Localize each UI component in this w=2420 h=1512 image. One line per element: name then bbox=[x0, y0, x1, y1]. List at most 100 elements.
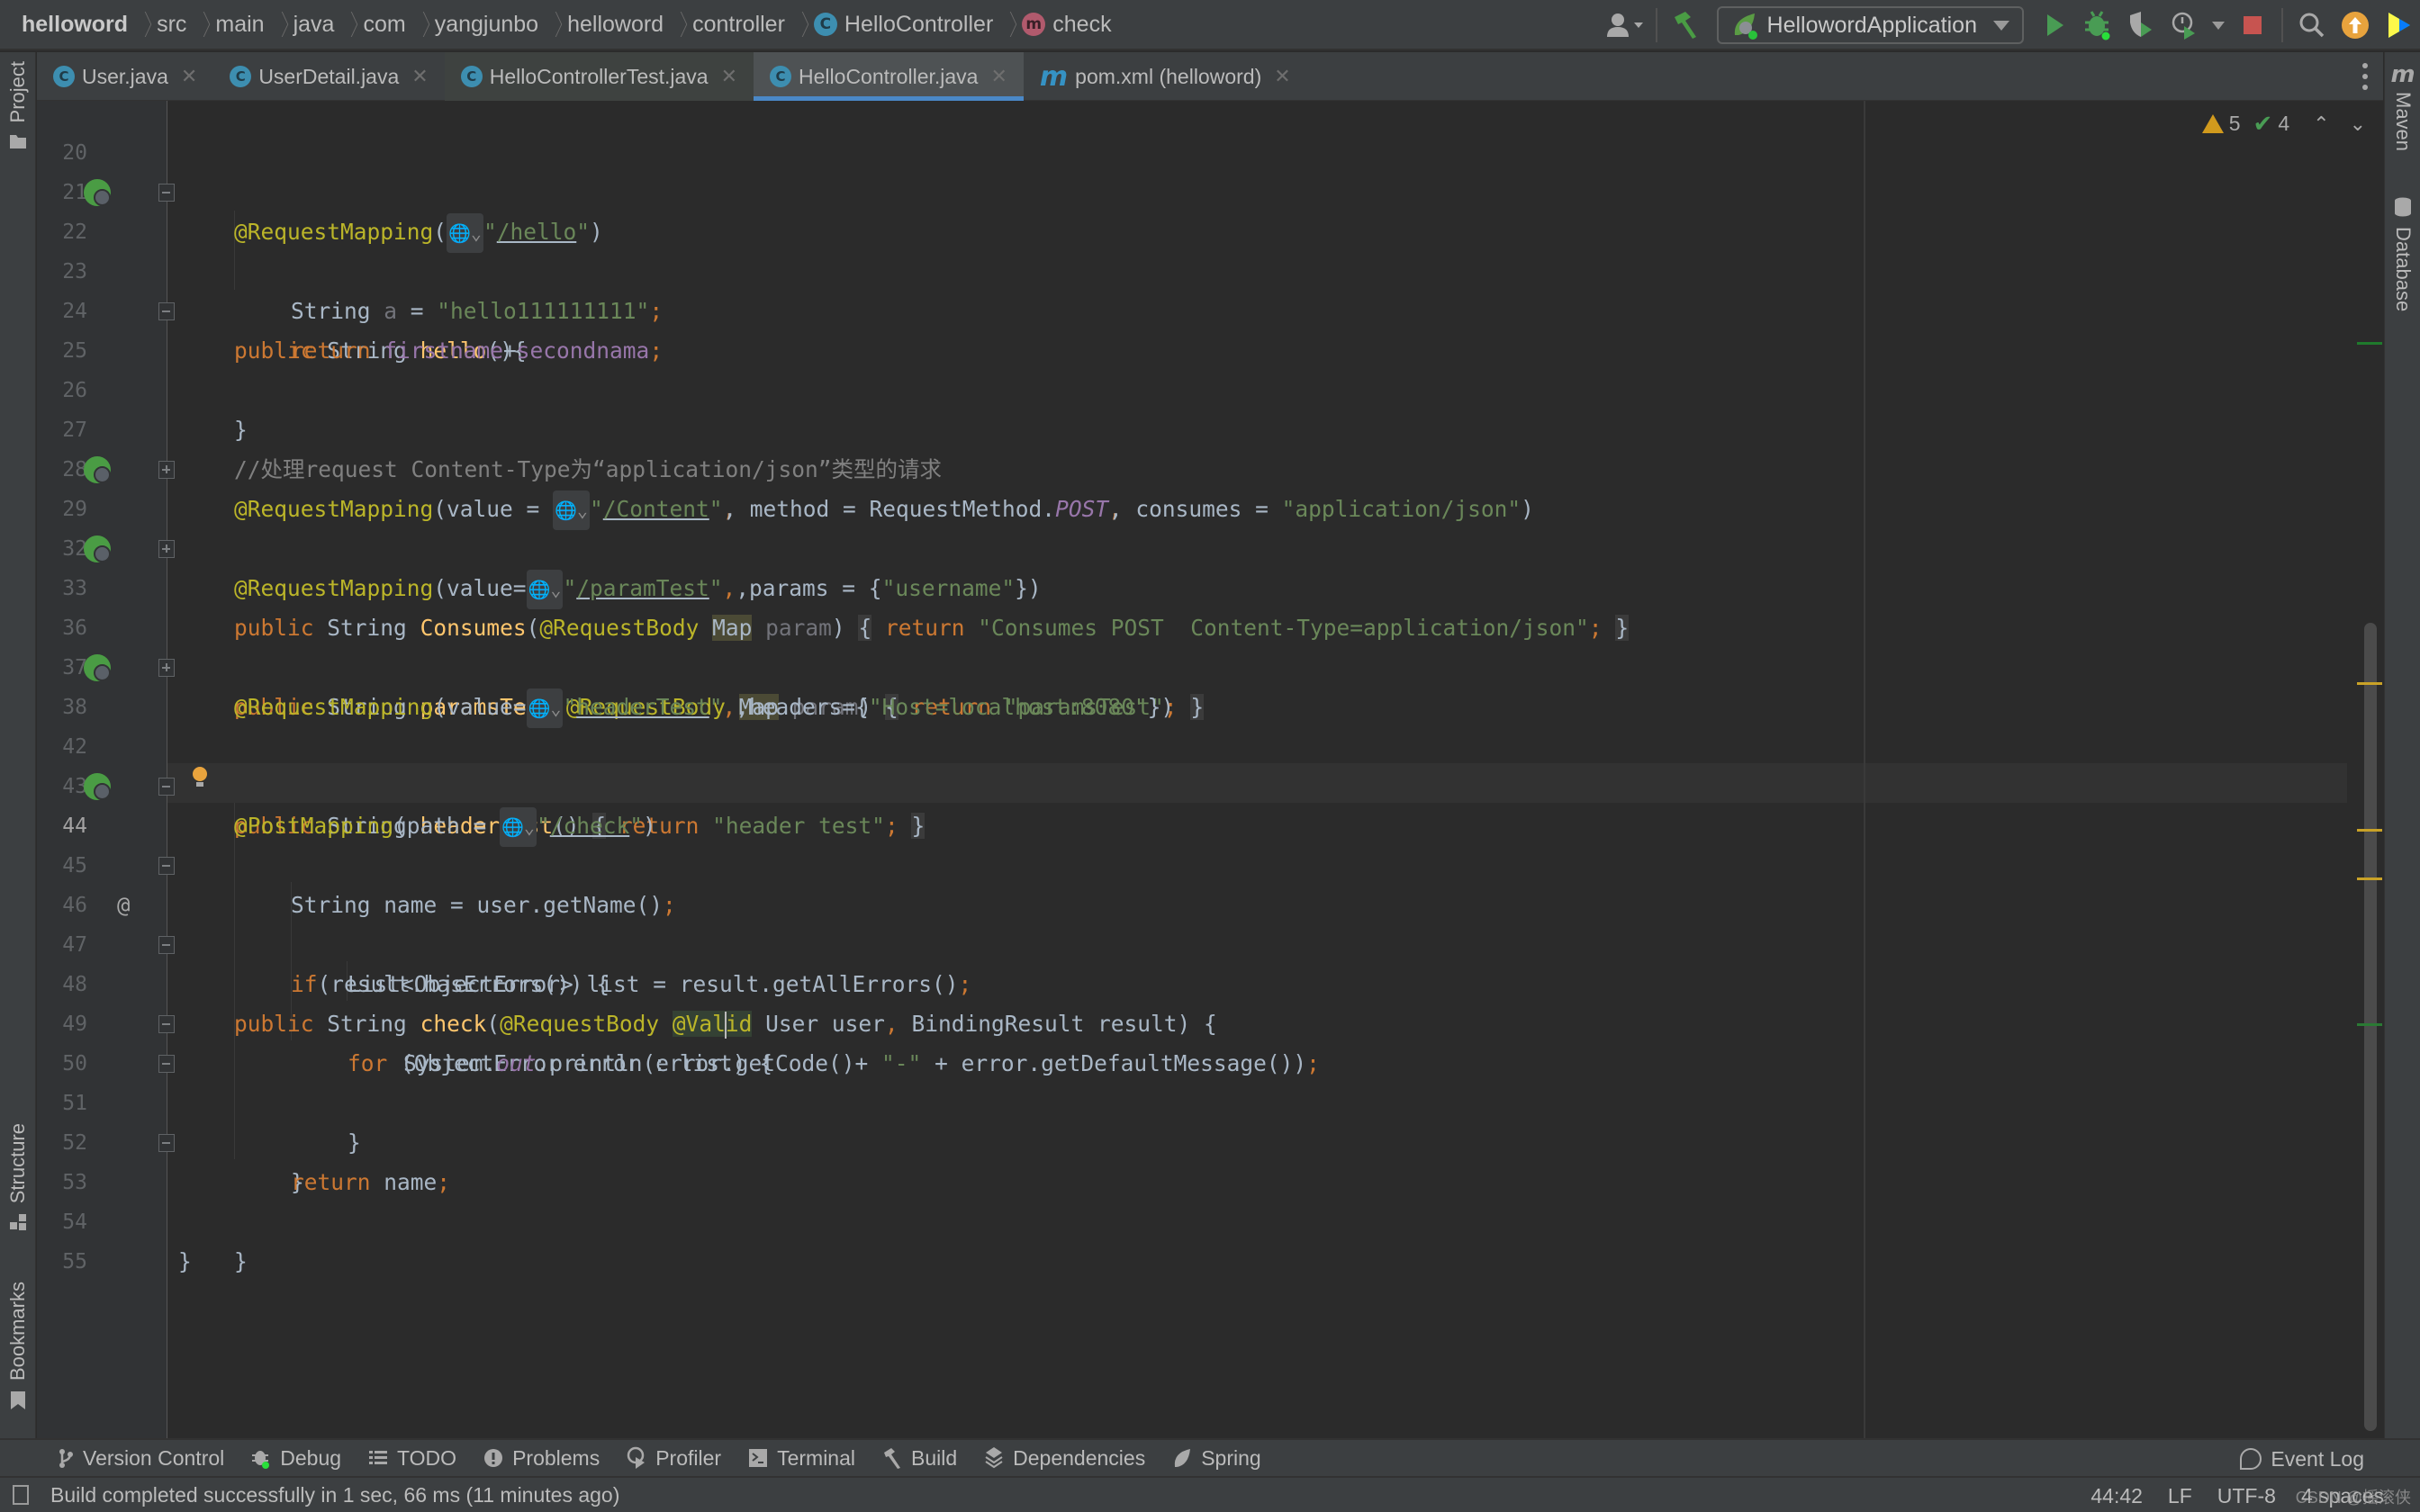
fold-collapse-icon[interactable] bbox=[158, 936, 175, 954]
event-log-tool-button[interactable]: Event Log bbox=[2240, 1440, 2364, 1478]
search-everywhere-button[interactable] bbox=[2294, 5, 2330, 45]
breadcrumb-method[interactable]: m check bbox=[1022, 12, 1112, 38]
breadcrumb-separator bbox=[137, 8, 148, 40]
editor-vertical-scrollbar[interactable] bbox=[2364, 623, 2377, 1431]
database-icon bbox=[2395, 197, 2411, 217]
breadcrumb-main[interactable]: main bbox=[215, 12, 264, 38]
warning-stripe-marker[interactable] bbox=[2357, 682, 2382, 685]
web-endpoint-gutter-icon[interactable] bbox=[84, 456, 111, 483]
spring-tool-button[interactable]: Spring bbox=[1172, 1445, 1261, 1471]
breadcrumb-java[interactable]: java bbox=[293, 12, 335, 38]
right-tool-strip: m Maven Database bbox=[2384, 52, 2420, 1438]
close-icon[interactable]: ✕ bbox=[181, 65, 197, 88]
more-run-options-dropdown[interactable] bbox=[2209, 5, 2227, 45]
close-icon[interactable]: ✕ bbox=[721, 65, 737, 88]
stop-icon bbox=[2244, 16, 2262, 34]
typo-stripe-marker[interactable] bbox=[2357, 1023, 2382, 1026]
code-line: 52 return name; bbox=[0, 1084, 2341, 1195]
fold-collapse-icon[interactable] bbox=[158, 778, 175, 796]
caret-position[interactable]: 44:42 bbox=[2090, 1484, 2143, 1508]
tool-label: Problems bbox=[512, 1445, 600, 1470]
next-problem-button[interactable]: ⌄ bbox=[2350, 112, 2366, 136]
run-configuration-select[interactable]: HellowordApplication bbox=[1716, 6, 2024, 44]
fold-expand-icon[interactable] bbox=[158, 461, 175, 479]
maven-tool-button[interactable]: m Maven bbox=[2385, 61, 2420, 151]
breadcrumb-separator bbox=[195, 8, 206, 40]
error-stripe-marker[interactable] bbox=[2357, 342, 2382, 345]
code-line: 45 String name = user.getName(); bbox=[0, 806, 2341, 918]
breadcrumb-project[interactable]: helloword bbox=[22, 12, 128, 38]
spring-boot-icon bbox=[1734, 14, 1757, 40]
run-icon bbox=[2047, 14, 2063, 36]
breadcrumb-controller[interactable]: controller bbox=[692, 12, 785, 38]
line-separator[interactable]: LF bbox=[2168, 1484, 2192, 1508]
build-tool-button[interactable]: Build bbox=[882, 1446, 957, 1471]
warning-stripe-marker[interactable] bbox=[2357, 878, 2382, 880]
more-tabs-button[interactable] bbox=[2361, 63, 2369, 90]
toolbox-button[interactable] bbox=[2380, 5, 2416, 45]
fold-end-icon[interactable] bbox=[158, 1055, 175, 1073]
fold-end-icon[interactable] bbox=[158, 1134, 175, 1152]
class-icon: C bbox=[53, 66, 75, 87]
web-endpoint-gutter-icon[interactable] bbox=[84, 536, 111, 562]
problems-tool-button[interactable]: Problems bbox=[483, 1446, 600, 1471]
previous-problem-button[interactable]: ⌃ bbox=[2313, 112, 2329, 136]
fold-expand-icon[interactable] bbox=[158, 540, 175, 558]
tab-label: HelloControllerTest.java bbox=[489, 64, 709, 88]
class-icon: C bbox=[230, 66, 252, 87]
breadcrumb-class-label: HelloController bbox=[844, 11, 994, 37]
status-message[interactable]: Build completed successfully in 1 sec, 6… bbox=[50, 1483, 619, 1508]
bookmark-icon bbox=[11, 1391, 25, 1410]
update-icon bbox=[2342, 12, 2369, 39]
run-button[interactable] bbox=[2036, 5, 2072, 45]
stop-button[interactable] bbox=[2235, 5, 2271, 45]
web-endpoint-gutter-icon[interactable] bbox=[84, 179, 111, 206]
fold-end-icon[interactable] bbox=[158, 1015, 175, 1033]
todo-tool-button[interactable]: TODO bbox=[368, 1446, 456, 1471]
close-icon[interactable]: ✕ bbox=[1274, 65, 1290, 88]
close-icon[interactable]: ✕ bbox=[411, 65, 428, 88]
breadcrumb-separator bbox=[274, 8, 284, 40]
dependencies-tool-button[interactable]: Dependencies bbox=[984, 1446, 1145, 1471]
version-control-tool-button[interactable]: Version Control bbox=[58, 1446, 224, 1471]
user-dropdown-button[interactable] bbox=[1605, 5, 1645, 45]
breadcrumb-yangjunbo[interactable]: yangjunbo bbox=[435, 12, 538, 38]
toolbar-divider bbox=[2281, 8, 2283, 42]
intention-bulb-icon[interactable] bbox=[193, 767, 207, 788]
terminal-icon bbox=[749, 1449, 768, 1467]
breadcrumb-separator bbox=[1002, 8, 1013, 40]
coverage-icon bbox=[2130, 12, 2152, 37]
fold-collapse-icon[interactable] bbox=[158, 184, 175, 202]
file-encoding[interactable]: UTF-8 bbox=[2217, 1484, 2276, 1508]
punct: } bbox=[178, 1248, 192, 1274]
breadcrumb-com[interactable]: com bbox=[363, 12, 405, 38]
fold-collapse-icon[interactable] bbox=[158, 857, 175, 875]
user-icon bbox=[1606, 14, 1643, 37]
debug-button[interactable] bbox=[2080, 5, 2116, 45]
build-project-button[interactable] bbox=[1668, 5, 1704, 45]
warning-stripe-marker[interactable] bbox=[2357, 829, 2382, 832]
ide-update-button[interactable] bbox=[2337, 5, 2373, 45]
fold-expand-icon[interactable] bbox=[158, 659, 175, 677]
debug-tool-button[interactable]: Debug bbox=[251, 1446, 341, 1471]
web-endpoint-gutter-icon[interactable] bbox=[84, 773, 111, 800]
breadcrumb-src[interactable]: src bbox=[157, 12, 186, 38]
database-tool-button[interactable]: Database bbox=[2385, 196, 2420, 311]
terminal-tool-button[interactable]: Terminal bbox=[748, 1446, 855, 1471]
class-icon: C bbox=[770, 66, 792, 87]
breadcrumb-helloword-package[interactable]: helloword bbox=[567, 12, 664, 38]
web-endpoint-gutter-icon[interactable] bbox=[84, 654, 111, 681]
tab-label: UserDetail.java bbox=[258, 64, 400, 88]
database-tool-label: Database bbox=[2392, 227, 2415, 312]
fold-end-icon[interactable] bbox=[158, 302, 175, 320]
profile-button[interactable] bbox=[2166, 5, 2202, 45]
close-icon[interactable]: ✕ bbox=[990, 65, 1007, 88]
problems-icon bbox=[484, 1449, 503, 1467]
profiler-tool-button[interactable]: Profiler bbox=[627, 1446, 721, 1471]
breadcrumb-class[interactable]: C HelloController bbox=[813, 11, 994, 38]
maven-icon: m bbox=[2390, 61, 2415, 88]
tool-label: Spring bbox=[1201, 1445, 1261, 1470]
inspection-widget[interactable]: 5 ✔ 4 ⌃ ⌄ bbox=[2190, 110, 2366, 138]
run-with-coverage-button[interactable] bbox=[2123, 5, 2159, 45]
toggle-tool-windows-icon[interactable] bbox=[13, 1485, 29, 1505]
